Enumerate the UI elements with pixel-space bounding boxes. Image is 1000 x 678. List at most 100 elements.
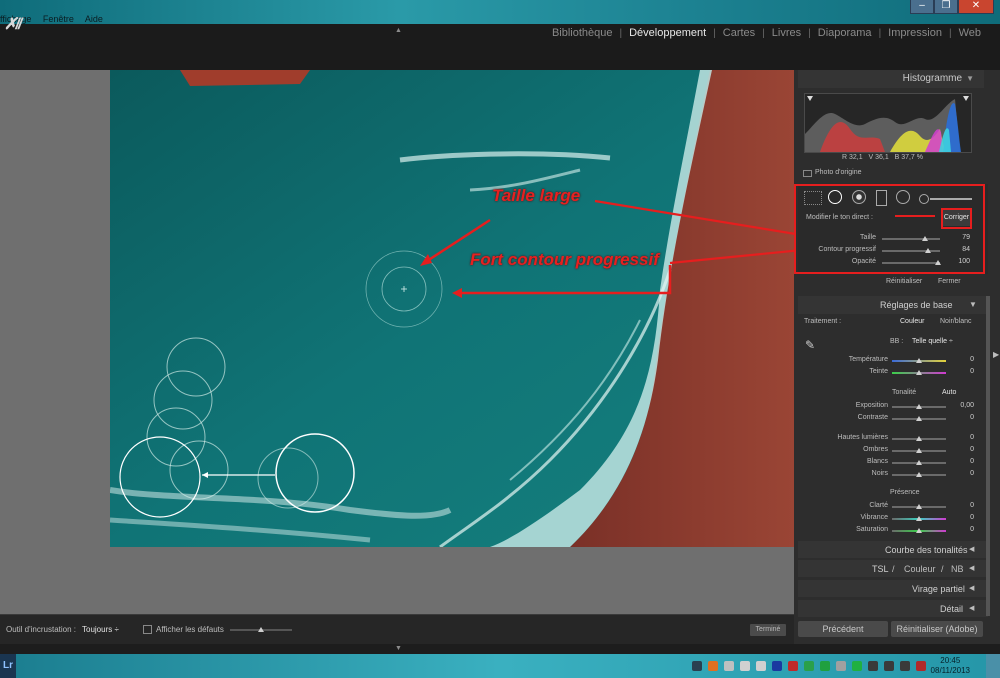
collapse-triangle-icon[interactable]: ▼ [966,74,974,83]
split-toning-expand-icon[interactable]: ◀ [969,584,974,592]
show-defaults-checkbox[interactable] [143,625,152,634]
minimize-button[interactable]: ‒ [910,0,934,14]
histogram-header[interactable]: Histogramme ▼ [798,70,984,88]
previous-button[interactable]: Précédent [798,621,888,637]
tint-slider-thumb[interactable] [916,370,922,375]
clarity-label: Clarté [869,502,888,509]
histogram-graph [804,93,972,153]
close-button[interactable]: ✕ [958,0,994,14]
whites-slider-thumb[interactable] [916,460,922,465]
maximize-button[interactable]: ❐ [934,0,958,14]
tray-icon-8[interactable] [804,661,814,671]
spot-close-button[interactable]: Fermer [938,278,961,285]
tint-label: Teinte [869,368,888,375]
spot-reset-button[interactable]: Réinitialiser [886,278,922,285]
window-controls: ‒ ❐ ✕ [910,0,994,14]
temp-value: 0 [970,356,974,363]
hsl-sep-1: / [892,564,895,574]
clarity-value: 0 [970,502,974,509]
reset-adobe-button[interactable]: Réinitialiser (Adobe) [891,621,983,637]
module-develop[interactable]: Développement [622,27,713,39]
highlights-value: 0 [970,434,974,441]
module-slideshow[interactable]: Diaporama [811,27,879,39]
treatment-label: Traitement : [804,318,842,325]
module-library[interactable]: Bibliothèque [545,27,620,39]
highlights-slider-thumb[interactable] [916,436,922,441]
original-photo-checkbox[interactable] [803,170,812,177]
temp-slider-thumb[interactable] [916,358,922,363]
auto-tone-button[interactable]: Auto [942,389,956,396]
photo-preview[interactable] [110,70,794,547]
overlay-tool-label: Outil d'incrustation : [6,625,77,634]
contrast-label: Contraste [857,414,888,421]
collapse-top-icon[interactable]: ▲ [395,27,402,34]
collapse-bottom-icon[interactable]: ▼ [395,645,402,652]
tray-icon-1[interactable] [692,661,702,671]
tray-icon-10[interactable] [836,661,846,671]
tone-curve-expand-icon[interactable]: ◀ [969,545,974,553]
tray-icon-6[interactable] [772,661,782,671]
detail-expand-icon[interactable]: ◀ [969,604,974,612]
exposure-slider-thumb[interactable] [916,404,922,409]
blacks-slider-thumb[interactable] [916,472,922,477]
lightroom-taskbar-icon[interactable]: Lr [0,654,16,678]
eyedropper-icon[interactable]: ✎ [805,338,815,352]
tray-icon-11[interactable] [852,661,862,671]
color-tab[interactable]: Couleur [904,564,936,574]
shadows-slider-thumb[interactable] [916,448,922,453]
original-photo-label: Photo d'origine [815,169,862,176]
tray-icon-2[interactable] [708,661,718,671]
done-button[interactable]: Terminé [750,624,786,636]
tray-icon-3[interactable] [724,661,734,671]
module-book[interactable]: Livres [765,27,808,39]
basic-collapse-icon[interactable]: ▼ [969,300,977,309]
tray-icon-9[interactable] [820,661,830,671]
saturation-value: 0 [970,526,974,533]
tray-icon-4[interactable] [740,661,750,671]
treatment-color-option[interactable]: Couleur [900,318,925,325]
expand-right-icon[interactable]: ▶ [993,350,999,359]
saturation-slider-thumb[interactable] [916,528,922,533]
temp-label: Température [848,356,888,363]
taskbar-clock[interactable]: 20:45 08/11/2013 [931,656,970,676]
overlay-tool-select[interactable]: Toujours ÷ [82,625,119,634]
module-map[interactable]: Cartes [716,27,762,39]
vibrance-value: 0 [970,514,974,521]
whites-value: 0 [970,458,974,465]
wb-select[interactable]: Telle quelle ÷ [912,338,953,345]
clock-date: 08/11/2013 [930,666,970,675]
annotation-highlight-box [794,184,985,274]
exposure-label: Exposition [855,402,888,409]
os-taskbar [0,654,1000,678]
treatment-bw-option[interactable]: Noir/blanc [940,318,972,325]
module-web[interactable]: Web [952,27,988,39]
vibrance-slider-thumb[interactable] [916,516,922,521]
tray-icon-5[interactable] [756,661,766,671]
module-print[interactable]: Impression [881,27,949,39]
basic-panel-title: Réglages de base [880,300,953,310]
annotation-large-size: Taille large [492,186,581,205]
network-icon[interactable] [868,661,878,671]
panel-scrollbar[interactable] [986,296,990,616]
bottom-toolbar [0,614,794,645]
module-picker: Bibliothèque | Développement | Cartes | Liv… [545,27,988,39]
vibrance-label: Vibrance [860,514,888,521]
whites-label: Blancs [866,458,888,465]
hsl-tab[interactable]: TSL [872,564,889,574]
show-desktop-button[interactable] [986,654,1000,678]
hsl-expand-icon[interactable]: ◀ [969,564,974,572]
toolbar-slider-thumb[interactable] [258,627,264,632]
flag-icon[interactable] [916,661,926,671]
contrast-slider-thumb[interactable] [916,416,922,421]
os-menu-window[interactable]: Fenêtre [43,14,74,24]
hsl-sep-2: / [941,564,944,574]
tray-icon-7[interactable] [788,661,798,671]
volume-icon[interactable] [884,661,894,671]
clarity-slider-thumb[interactable] [916,504,922,509]
bw-tab[interactable]: NB [951,564,964,574]
power-icon[interactable] [900,661,910,671]
os-menu-help[interactable]: Aide [85,14,103,24]
histogram-title: Histogramme [902,73,963,84]
split-toning-title: Virage partiel [912,584,965,594]
contrast-value: 0 [970,414,974,421]
